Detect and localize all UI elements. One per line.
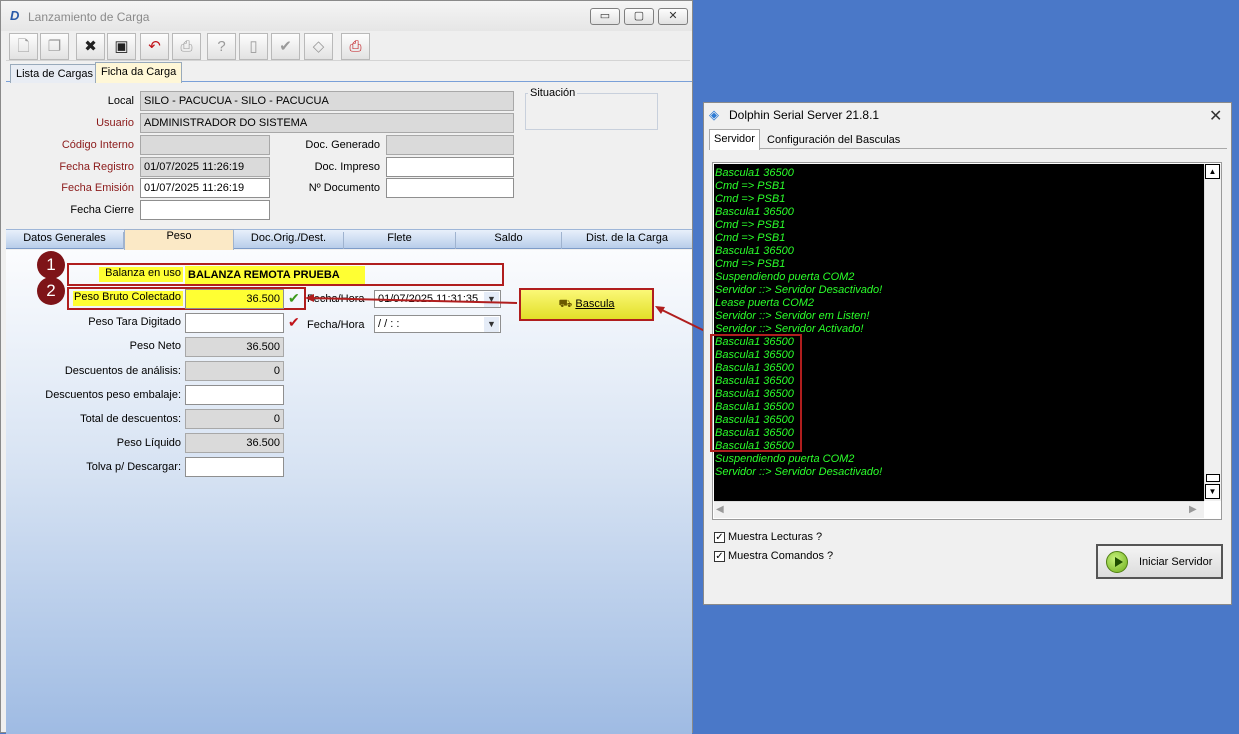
scroll-down-icon[interactable]: ▼ [1205, 484, 1220, 499]
console-line: Suspendiendo puerta COM2 [715, 453, 855, 465]
console-line: Servidor ::> Servidor Desactivado! [715, 284, 883, 296]
tab-servidor[interactable]: Servidor [709, 129, 760, 150]
serial-tabs: Servidor Configuración del Basculas [709, 129, 1227, 150]
arrow-to-peso-bruto [309, 297, 518, 304]
console-line: Cmd => PSB1 [715, 232, 786, 244]
scroll-up-icon[interactable]: ▲ [1205, 164, 1220, 179]
console-line: Bascula1 36500 [715, 206, 794, 218]
scroll-left-icon[interactable]: ◀ [716, 504, 724, 515]
iniciar-servidor-button[interactable]: Iniciar Servidor [1096, 544, 1223, 579]
muestra-lecturas-checkbox[interactable]: ✓ [714, 532, 725, 543]
serial-window-title: Dolphin Serial Server 21.8.1 [729, 108, 880, 122]
iniciar-servidor-label: Iniciar Servidor [1139, 556, 1213, 568]
console-line: Lease puerta COM2 [715, 297, 815, 309]
scroll-right-icon[interactable]: ▶ [1189, 504, 1197, 515]
console-line: Bascula1 36500 [715, 245, 794, 257]
horizontal-scrollbar[interactable]: ◀ ▶ [714, 501, 1204, 518]
dolphin-icon: ◈ [709, 107, 719, 122]
arrow-head-left [305, 294, 314, 302]
console-line: Cmd => PSB1 [715, 219, 786, 231]
tab-configuracion-basculas[interactable]: Configuración del Basculas [763, 131, 904, 149]
play-icon [1106, 551, 1128, 573]
console-line: Servidor ::> Servidor em Listen! [715, 310, 870, 322]
console-line: Servidor ::> Servidor Desactivado! [715, 466, 883, 478]
console-line: Cmd => PSB1 [715, 258, 786, 270]
close-icon[interactable]: ✕ [1209, 106, 1222, 126]
muestra-lecturas-label: Muestra Lecturas ? [728, 531, 823, 543]
vertical-scrollbar[interactable]: ▲ ▼ [1204, 164, 1221, 501]
console-highlight-box [710, 334, 802, 452]
scroll-thumb[interactable] [1206, 474, 1220, 482]
console-line: Bascula1 36500 [715, 167, 794, 179]
muestra-comandos-label: Muestra Comandos ? [728, 550, 834, 562]
console-line: Cmd => PSB1 [715, 193, 786, 205]
console-line: Cmd => PSB1 [715, 180, 786, 192]
muestra-comandos-checkbox[interactable]: ✓ [714, 551, 725, 562]
console-line: Suspendiendo puerta COM2 [715, 271, 855, 283]
